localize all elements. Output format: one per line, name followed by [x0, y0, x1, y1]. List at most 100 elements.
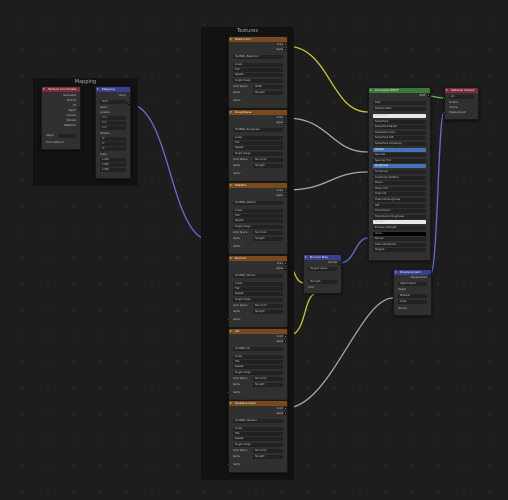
projection-dropdown[interactable]: Flat: [233, 214, 283, 218]
colorspace-dropdown[interactable]: Non-Color: [253, 449, 283, 453]
color-output-socket[interactable]: [284, 189, 287, 192]
distribution-dropdown[interactable]: GGX: [373, 101, 426, 105]
alpha-mode-dropdown[interactable]: Straight: [253, 237, 283, 241]
projection-dropdown[interactable]: Flat: [233, 360, 283, 364]
color-output-socket[interactable]: [284, 262, 287, 265]
scale-z[interactable]: 1.000: [100, 168, 126, 172]
object-picker[interactable]: [58, 134, 76, 138]
strength-field[interactable]: Strength: [308, 280, 337, 284]
interpolation-dropdown[interactable]: Linear: [233, 136, 283, 140]
image-file-selector[interactable]: TextNRJS_Displace: [233, 419, 283, 423]
location-z[interactable]: 0 m: [100, 126, 126, 130]
image-texture-node[interactable]: MetallicColor Alpha TextNRJS_Metallic Linea…: [228, 182, 288, 255]
surface-input-socket[interactable]: [443, 97, 446, 100]
subsurface-method-dropdown[interactable]: Random Walk: [373, 107, 426, 111]
bsdf-input-field[interactable]: Specular: [373, 153, 426, 158]
alpha-mode-dropdown[interactable]: Straight: [253, 164, 283, 168]
displacement-node[interactable]: Displacement Displacement Object Space H…: [393, 269, 432, 316]
extension-dropdown[interactable]: Repeat: [233, 73, 283, 77]
alpha-field[interactable]: Alpha: [373, 231, 426, 236]
image-texture-node[interactable]: NormalColor Alpha TextNRJS_Normal LinearFla…: [228, 255, 288, 328]
vector-input-socket[interactable]: [227, 99, 230, 102]
mapping-type-dropdown[interactable]: Point: [100, 100, 126, 104]
rotation-y[interactable]: 0°: [100, 142, 126, 146]
color-input-field[interactable]: Emission: [373, 220, 426, 225]
alpha-mode-dropdown[interactable]: Straight: [253, 383, 283, 387]
extension-dropdown[interactable]: Repeat: [233, 437, 283, 441]
midlevel-field[interactable]: Midlevel: [398, 294, 427, 298]
bsdf-input-field[interactable]: Specular Tint: [373, 158, 426, 163]
image-texture-node[interactable]: RoughnessColor Alpha TextNRJS_Roughness Lin…: [228, 109, 288, 182]
displacement-output-socket[interactable]: [428, 274, 431, 277]
source-dropdown[interactable]: Single Image: [233, 443, 283, 447]
mapping-vector-output-socket[interactable]: [127, 102, 130, 105]
source-dropdown[interactable]: Single Image: [233, 371, 283, 375]
material-output-node[interactable]: Material Output All Surface Volume Displ…: [444, 87, 479, 120]
alpha-mode-dropdown[interactable]: Straight: [253, 91, 283, 95]
rotation-z[interactable]: 0°: [100, 147, 126, 151]
source-dropdown[interactable]: Single Image: [233, 298, 283, 302]
image-file-selector[interactable]: TextNRJS_Normal: [233, 274, 283, 278]
normal-map-output-socket[interactable]: [338, 262, 341, 265]
uv-output-socket[interactable]: [78, 107, 81, 110]
source-dropdown[interactable]: Single Image: [233, 152, 283, 156]
scale-y[interactable]: 1.000: [100, 163, 126, 167]
metallic-field[interactable]: Metallic: [373, 147, 426, 152]
interpolation-dropdown[interactable]: Linear: [233, 355, 283, 359]
bsdf-input-field[interactable]: Clearcoat Roughness: [373, 198, 426, 202]
image-file-selector[interactable]: TextNRJS_Metallic: [233, 201, 283, 205]
projection-dropdown[interactable]: Flat: [233, 68, 283, 72]
rotation-x[interactable]: 0°: [100, 137, 126, 141]
normal-space-dropdown[interactable]: Tangent Space: [308, 267, 337, 271]
vector-input-socket[interactable]: [227, 463, 230, 466]
bsdf-input-field[interactable]: Subsurface: [373, 119, 426, 124]
extension-dropdown[interactable]: Repeat: [233, 292, 283, 296]
alpha-mode-dropdown[interactable]: Straight: [253, 455, 283, 459]
scale-x[interactable]: 1.000: [100, 158, 126, 162]
color-output-socket[interactable]: [284, 116, 287, 119]
location-y[interactable]: 0 m: [100, 121, 126, 125]
source-dropdown[interactable]: Single Image: [233, 225, 283, 229]
alpha-mode-dropdown[interactable]: Straight: [253, 310, 283, 314]
vector-input-socket[interactable]: [227, 391, 230, 394]
interpolation-dropdown[interactable]: Linear: [233, 282, 283, 286]
bsdf-input-field[interactable]: Subsurface Radius: [373, 125, 426, 130]
image-texture-node[interactable]: Base ColorColor Alpha TextNRJS_BaseColor Li…: [228, 36, 288, 109]
alpha-output-socket[interactable]: [284, 48, 287, 51]
image-file-selector[interactable]: TextNRJS_AO: [233, 347, 283, 351]
bsdf-input-field[interactable]: Anisotropic: [373, 170, 426, 174]
bsdf-input-field[interactable]: Subsurface IOR: [373, 136, 426, 141]
vector-input-socket[interactable]: [227, 318, 230, 321]
extension-dropdown[interactable]: Repeat: [233, 219, 283, 223]
colorspace-dropdown[interactable]: Non-Color: [253, 304, 283, 308]
displacement-input-socket[interactable]: [443, 111, 446, 114]
location-x[interactable]: 0 m: [100, 116, 126, 120]
mapping-node[interactable]: Mapping Vector Point Vector Location 0 m…: [95, 86, 131, 179]
bsdf-input-field[interactable]: Clearcoat: [373, 192, 426, 197]
bsdf-input-field[interactable]: Anisotropic Rotation: [373, 175, 426, 180]
roughness-field[interactable]: Roughness: [373, 164, 426, 169]
source-dropdown[interactable]: Single Image: [233, 79, 283, 83]
projection-dropdown[interactable]: Flat: [233, 141, 283, 145]
projection-dropdown[interactable]: Flat: [233, 287, 283, 291]
color-output-socket[interactable]: [284, 335, 287, 338]
vector-input-socket[interactable]: [227, 245, 230, 248]
alpha-output-socket[interactable]: [284, 194, 287, 197]
bsdf-input-field[interactable]: Sheen: [373, 181, 426, 186]
bsdf-input-field[interactable]: Subsurface Color: [373, 130, 426, 135]
colorspace-dropdown[interactable]: Non-Color: [253, 158, 283, 162]
interpolation-dropdown[interactable]: Linear: [233, 427, 283, 431]
space-dropdown[interactable]: Object Space: [398, 282, 427, 286]
bsdf-input-field[interactable]: IOR: [373, 203, 426, 208]
color-output-socket[interactable]: [284, 43, 287, 46]
bsdf-output-socket[interactable]: [427, 94, 430, 97]
alpha-output-socket[interactable]: [284, 340, 287, 343]
extension-dropdown[interactable]: Repeat: [233, 146, 283, 150]
bsdf-input-field[interactable]: Subsurface Anisotropy: [373, 142, 426, 146]
bsdf-input-field[interactable]: Tangent: [373, 248, 426, 253]
alpha-output-socket[interactable]: [284, 412, 287, 415]
from-instancer-checkbox[interactable]: From Instancer: [46, 141, 64, 145]
alpha-output-socket[interactable]: [284, 267, 287, 270]
normal-map-node[interactable]: Normal Map Normal Tangent Space Strength…: [303, 254, 342, 294]
interpolation-dropdown[interactable]: Linear: [233, 63, 283, 67]
